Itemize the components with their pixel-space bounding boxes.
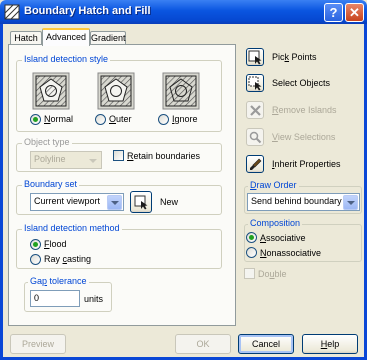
pick-points-icon [248, 50, 262, 65]
island-style-legend: Island detection style [22, 54, 111, 64]
ok-button[interactable]: OK [175, 334, 231, 354]
object-type-select[interactable]: Polyline [30, 151, 102, 169]
brush-icon [250, 158, 262, 170]
preview-button[interactable]: Preview [10, 334, 66, 354]
window-frame-left [0, 24, 3, 360]
inherit-properties-icon-button[interactable] [246, 155, 264, 173]
ray-casting-label[interactable]: Ray casting [44, 254, 91, 264]
double-checkbox[interactable] [244, 268, 255, 279]
ignore-label[interactable]: Ignore [172, 114, 198, 124]
remove-islands-icon-button[interactable] [246, 101, 264, 119]
ignore-radio[interactable] [158, 114, 169, 125]
select-objects-icon-button[interactable] [246, 74, 264, 92]
tab-hatch[interactable]: Hatch [10, 31, 42, 45]
select-objects-icon [248, 76, 262, 91]
object-type-legend: Object type [22, 137, 72, 147]
normal-radio[interactable] [30, 114, 41, 125]
close-button[interactable]: ✕ [345, 3, 364, 22]
window-title: Boundary Hatch and Fill [24, 5, 151, 17]
hatch-app-icon [4, 4, 20, 20]
help-title-button[interactable]: ? [324, 3, 343, 22]
title-bar[interactable]: Boundary Hatch and Fill ? ✕ [0, 0, 367, 24]
normal-label[interactable]: Normal [44, 114, 73, 124]
new-boundary-set-button[interactable] [130, 191, 152, 213]
help-button[interactable]: Help [302, 334, 358, 354]
draw-order-legend: Draw Order [248, 180, 299, 190]
chevron-down-icon [85, 153, 100, 168]
cancel-button[interactable]: Cancel [238, 334, 294, 354]
retain-boundaries-checkbox[interactable] [113, 150, 124, 161]
ignore-island-preview-icon [162, 72, 200, 110]
tab-gradient[interactable]: Gradient [90, 31, 126, 45]
boundary-set-select[interactable]: Current viewport [30, 193, 124, 211]
select-objects-button[interactable]: Select Objects [272, 78, 330, 88]
associative-radio[interactable] [246, 232, 257, 243]
units-label: units [84, 294, 104, 304]
outer-radio[interactable] [95, 114, 106, 125]
flood-radio[interactable] [30, 239, 41, 250]
outer-island-preview-icon [97, 72, 135, 110]
double-label[interactable]: Double [258, 269, 287, 279]
nonassociative-label[interactable]: Nonassociative [260, 248, 321, 258]
boundary-set-legend: Boundary set [22, 179, 80, 189]
pick-points-icon-button[interactable] [246, 48, 264, 66]
magnifier-icon [249, 131, 262, 144]
gap-tolerance-legend: Gap tolerance [28, 276, 89, 286]
inherit-properties-button[interactable]: Inherit Properties [272, 159, 341, 169]
pick-points-button[interactable]: Pick Points [272, 52, 317, 62]
nonassociative-radio[interactable] [246, 247, 257, 258]
view-selections-icon-button[interactable] [246, 128, 264, 146]
remove-x-icon [250, 105, 261, 116]
gap-tolerance-input[interactable]: 0 [30, 290, 80, 307]
outer-label[interactable]: Outer [109, 114, 132, 124]
tab-advanced[interactable]: Advanced [42, 28, 90, 46]
chevron-down-icon [343, 195, 358, 210]
draw-order-select[interactable]: Send behind boundary [247, 193, 360, 211]
pick-cursor-icon [134, 195, 148, 210]
remove-islands-button[interactable]: Remove Islands [272, 105, 337, 115]
new-label: New [160, 197, 179, 207]
retain-boundaries-label[interactable]: Retain boundaries [127, 151, 200, 161]
composition-legend: Composition [248, 218, 303, 228]
chevron-down-icon [107, 195, 122, 210]
view-selections-button[interactable]: View Selections [272, 132, 335, 142]
associative-label[interactable]: Associative [260, 233, 306, 243]
island-method-legend: Island detection method [22, 223, 122, 233]
ray-casting-radio[interactable] [30, 254, 41, 265]
flood-label[interactable]: Flood [44, 239, 67, 249]
normal-island-preview-icon [32, 72, 70, 110]
